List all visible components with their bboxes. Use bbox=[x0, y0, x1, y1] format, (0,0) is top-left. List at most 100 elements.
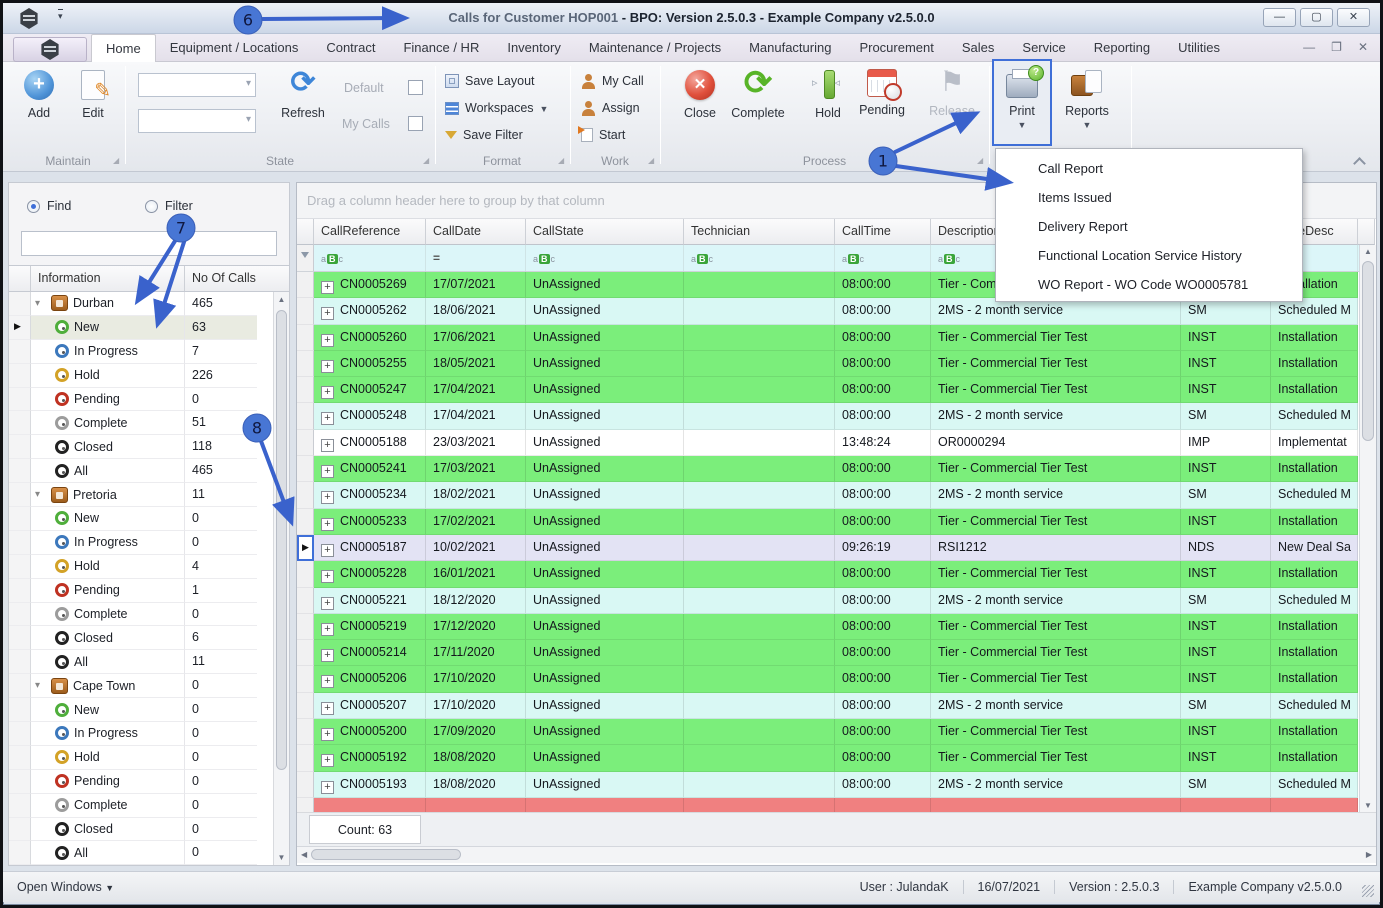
grid-row-cn0005233[interactable]: + CN0005233 17/02/2021 UnAssigned 08:00:00 Ti… bbox=[297, 508, 1359, 535]
tree-item-pretoria-pending[interactable]: Pending 1 bbox=[9, 578, 289, 603]
grid-row-cn0005247[interactable]: + CN0005247 17/04/2021 UnAssigned 08:00:00 Ti… bbox=[297, 377, 1359, 404]
state-combo-2[interactable] bbox=[138, 109, 256, 133]
tab-reporting[interactable]: Reporting bbox=[1080, 34, 1164, 62]
resize-grip-icon[interactable] bbox=[1362, 885, 1374, 897]
tree-item-cape-town-pending[interactable]: Pending 0 bbox=[9, 769, 289, 794]
menu-item-call-report[interactable]: Call Report bbox=[996, 155, 1302, 184]
edit-button[interactable]: Edit bbox=[67, 66, 119, 148]
grid-row-cn0005193[interactable]: + CN0005193 18/08/2020 UnAssigned 08:00:00 2M… bbox=[297, 771, 1359, 798]
tab-inventory[interactable]: Inventory bbox=[493, 34, 574, 62]
grid-row-cn0005188[interactable]: + CN0005188 23/03/2021 UnAssigned 13:48:24 OR… bbox=[297, 429, 1359, 457]
tree-item-pretoria-in-progress[interactable]: In Progress 0 bbox=[9, 530, 289, 555]
tree-item-cape-town-hold[interactable]: Hold 0 bbox=[9, 745, 289, 770]
tree-item-durban-in-progress[interactable]: In Progress 7 bbox=[9, 339, 289, 364]
grid-row-cn0005200[interactable]: + CN0005200 17/09/2020 UnAssigned 08:00:00 Ti… bbox=[297, 719, 1359, 746]
expand-row-icon[interactable]: + bbox=[321, 754, 334, 768]
tab-finance-hr[interactable]: Finance / HR bbox=[389, 34, 493, 62]
tree-item-pretoria-all[interactable]: All 11 bbox=[9, 650, 289, 675]
grid-row-cn0005241[interactable]: + CN0005241 17/03/2021 UnAssigned 08:00:00 Ti… bbox=[297, 456, 1359, 483]
scroll-left-icon[interactable]: ◀ bbox=[301, 850, 307, 859]
expander-icon[interactable]: ▾ bbox=[35, 489, 46, 500]
expand-row-icon[interactable]: + bbox=[321, 465, 334, 479]
minimize-button[interactable]: — bbox=[1263, 8, 1296, 27]
grid-row-cn0005192[interactable]: + CN0005192 18/08/2020 UnAssigned 08:00:00 Ti… bbox=[297, 745, 1359, 772]
add-button[interactable]: Add bbox=[13, 66, 65, 148]
maximize-button[interactable]: ▢ bbox=[1300, 8, 1333, 27]
column-header-calltime[interactable]: CallTime bbox=[835, 219, 931, 245]
grid-row-cn0005228[interactable]: + CN0005228 16/01/2021 UnAssigned 08:00:00 Ti… bbox=[297, 561, 1359, 588]
grid-row-cn0005248[interactable]: + CN0005248 17/04/2021 UnAssigned 08:00:00 2M… bbox=[297, 403, 1359, 430]
expand-row-icon[interactable]: + bbox=[321, 307, 334, 321]
workspaces-button[interactable]: Workspaces ▼ bbox=[445, 97, 548, 119]
expand-row-icon[interactable]: + bbox=[321, 333, 334, 347]
mdi-close-button[interactable]: ✕ bbox=[1358, 40, 1368, 54]
process-dialog-launcher-icon[interactable]: ◢ bbox=[977, 156, 983, 165]
tree-header-information[interactable]: Information bbox=[31, 266, 185, 291]
grid-row-cn0005234[interactable]: + CN0005234 18/02/2021 UnAssigned 08:00:00 2M… bbox=[297, 482, 1359, 509]
tree-item-pretoria-hold[interactable]: Hold 4 bbox=[9, 554, 289, 579]
grid-row-cn0005214[interactable]: + CN0005214 17/11/2020 UnAssigned 08:00:00 Ti… bbox=[297, 640, 1359, 667]
assign-button[interactable]: Assign bbox=[581, 97, 640, 119]
column-header-calldate[interactable]: CallDate bbox=[426, 219, 526, 245]
refresh-button[interactable]: Refresh bbox=[275, 66, 331, 148]
grid-row-cn0005219[interactable]: + CN0005219 17/12/2020 UnAssigned 08:00:00 Ti… bbox=[297, 613, 1359, 641]
tree-header-no-of-calls[interactable]: No Of Calls bbox=[185, 266, 273, 291]
tab-service[interactable]: Service bbox=[1008, 34, 1079, 62]
tree-item-durban-closed[interactable]: Closed 118 bbox=[9, 435, 289, 460]
expander-icon[interactable]: ▾ bbox=[35, 298, 46, 309]
menu-item-wo-report-wo-code-wo0005781[interactable]: WO Report - WO Code WO0005781 bbox=[996, 271, 1302, 300]
tab-procurement[interactable]: Procurement bbox=[845, 34, 947, 62]
expand-row-icon[interactable]: + bbox=[321, 675, 334, 689]
work-dialog-launcher-icon[interactable]: ◢ bbox=[648, 156, 654, 165]
filter-radio[interactable]: Filter bbox=[145, 199, 193, 213]
expand-row-icon[interactable]: + bbox=[321, 622, 334, 636]
print-button[interactable]: Print ▼ bbox=[996, 65, 1048, 148]
expand-row-icon[interactable]: + bbox=[321, 728, 334, 742]
expander-icon[interactable]: ▾ bbox=[35, 680, 46, 691]
column-header-callstate[interactable]: CallState bbox=[526, 219, 684, 245]
tree-group-pretoria[interactable]: ▾ Pretoria 11 bbox=[9, 483, 289, 508]
mdi-restore-button[interactable]: ❐ bbox=[1331, 40, 1342, 54]
tree-item-durban-all[interactable]: All 465 bbox=[9, 459, 289, 484]
complete-button[interactable]: Complete bbox=[729, 66, 787, 148]
my-calls-checkbox[interactable] bbox=[408, 116, 423, 131]
grid-row-cn0005260[interactable]: + CN0005260 17/06/2021 UnAssigned 08:00:00 Ti… bbox=[297, 324, 1359, 351]
scroll-up-icon[interactable]: ▲ bbox=[1360, 247, 1376, 256]
grid-scrollbar-thumb[interactable] bbox=[1362, 261, 1374, 441]
expand-row-icon[interactable]: + bbox=[321, 281, 334, 294]
tree-item-cape-town-all[interactable]: All 0 bbox=[9, 841, 289, 865]
expand-row-icon[interactable]: + bbox=[321, 570, 334, 584]
tree-item-cape-town-in-progress[interactable]: In Progress 0 bbox=[9, 722, 289, 746]
reports-button[interactable]: Reports ▼ bbox=[1061, 66, 1113, 148]
expand-row-icon[interactable]: + bbox=[321, 649, 334, 663]
filter-cell-callreference[interactable]: aBc bbox=[314, 245, 426, 271]
open-windows-button[interactable]: Open Windows ▼ bbox=[17, 880, 114, 894]
tab-sales[interactable]: Sales bbox=[948, 34, 1009, 62]
grid-horizontal-scrollbar[interactable]: ◀ ▶ bbox=[297, 846, 1376, 863]
tree-group-cape-town[interactable]: ▾ Cape Town 0 bbox=[9, 674, 289, 699]
maintain-dialog-launcher-icon[interactable]: ◢ bbox=[113, 156, 119, 165]
expand-row-icon[interactable]: + bbox=[321, 517, 334, 531]
tree-item-cape-town-closed[interactable]: Closed 0 bbox=[9, 817, 289, 842]
scroll-right-icon[interactable]: ▶ bbox=[1366, 850, 1372, 859]
grid-row-cn0005207[interactable]: + CN0005207 17/10/2020 UnAssigned 08:00:00 2M… bbox=[297, 692, 1359, 720]
scroll-down-icon[interactable]: ▼ bbox=[1360, 801, 1376, 810]
my-call-button[interactable]: My Call bbox=[581, 70, 644, 92]
menu-item-items-issued[interactable]: Items Issued bbox=[996, 184, 1302, 213]
start-button[interactable]: Start bbox=[578, 124, 625, 146]
grid-hscrollbar-thumb[interactable] bbox=[311, 849, 461, 860]
expand-row-icon[interactable]: + bbox=[321, 386, 334, 400]
mdi-minimize-button[interactable]: — bbox=[1303, 40, 1315, 54]
close-button[interactable]: ✕ bbox=[1337, 8, 1370, 27]
tree-item-pretoria-new[interactable]: New 0 bbox=[9, 507, 289, 531]
save-filter-button[interactable]: Save Filter bbox=[445, 124, 523, 146]
menu-item-functional-location-service-history[interactable]: Functional Location Service History bbox=[996, 242, 1302, 271]
tab-contract[interactable]: Contract bbox=[312, 34, 389, 62]
format-dialog-launcher-icon[interactable]: ◢ bbox=[558, 156, 564, 165]
tree-group-durban[interactable]: ▾ Durban 465 bbox=[9, 292, 289, 316]
scroll-up-icon[interactable]: ▲ bbox=[274, 295, 289, 304]
expand-row-icon[interactable]: + bbox=[321, 359, 334, 373]
column-header-callreference[interactable]: CallReference bbox=[314, 219, 426, 245]
filter-cell-callstate[interactable]: aBc bbox=[526, 245, 684, 271]
save-layout-button[interactable]: Save Layout bbox=[445, 70, 535, 92]
